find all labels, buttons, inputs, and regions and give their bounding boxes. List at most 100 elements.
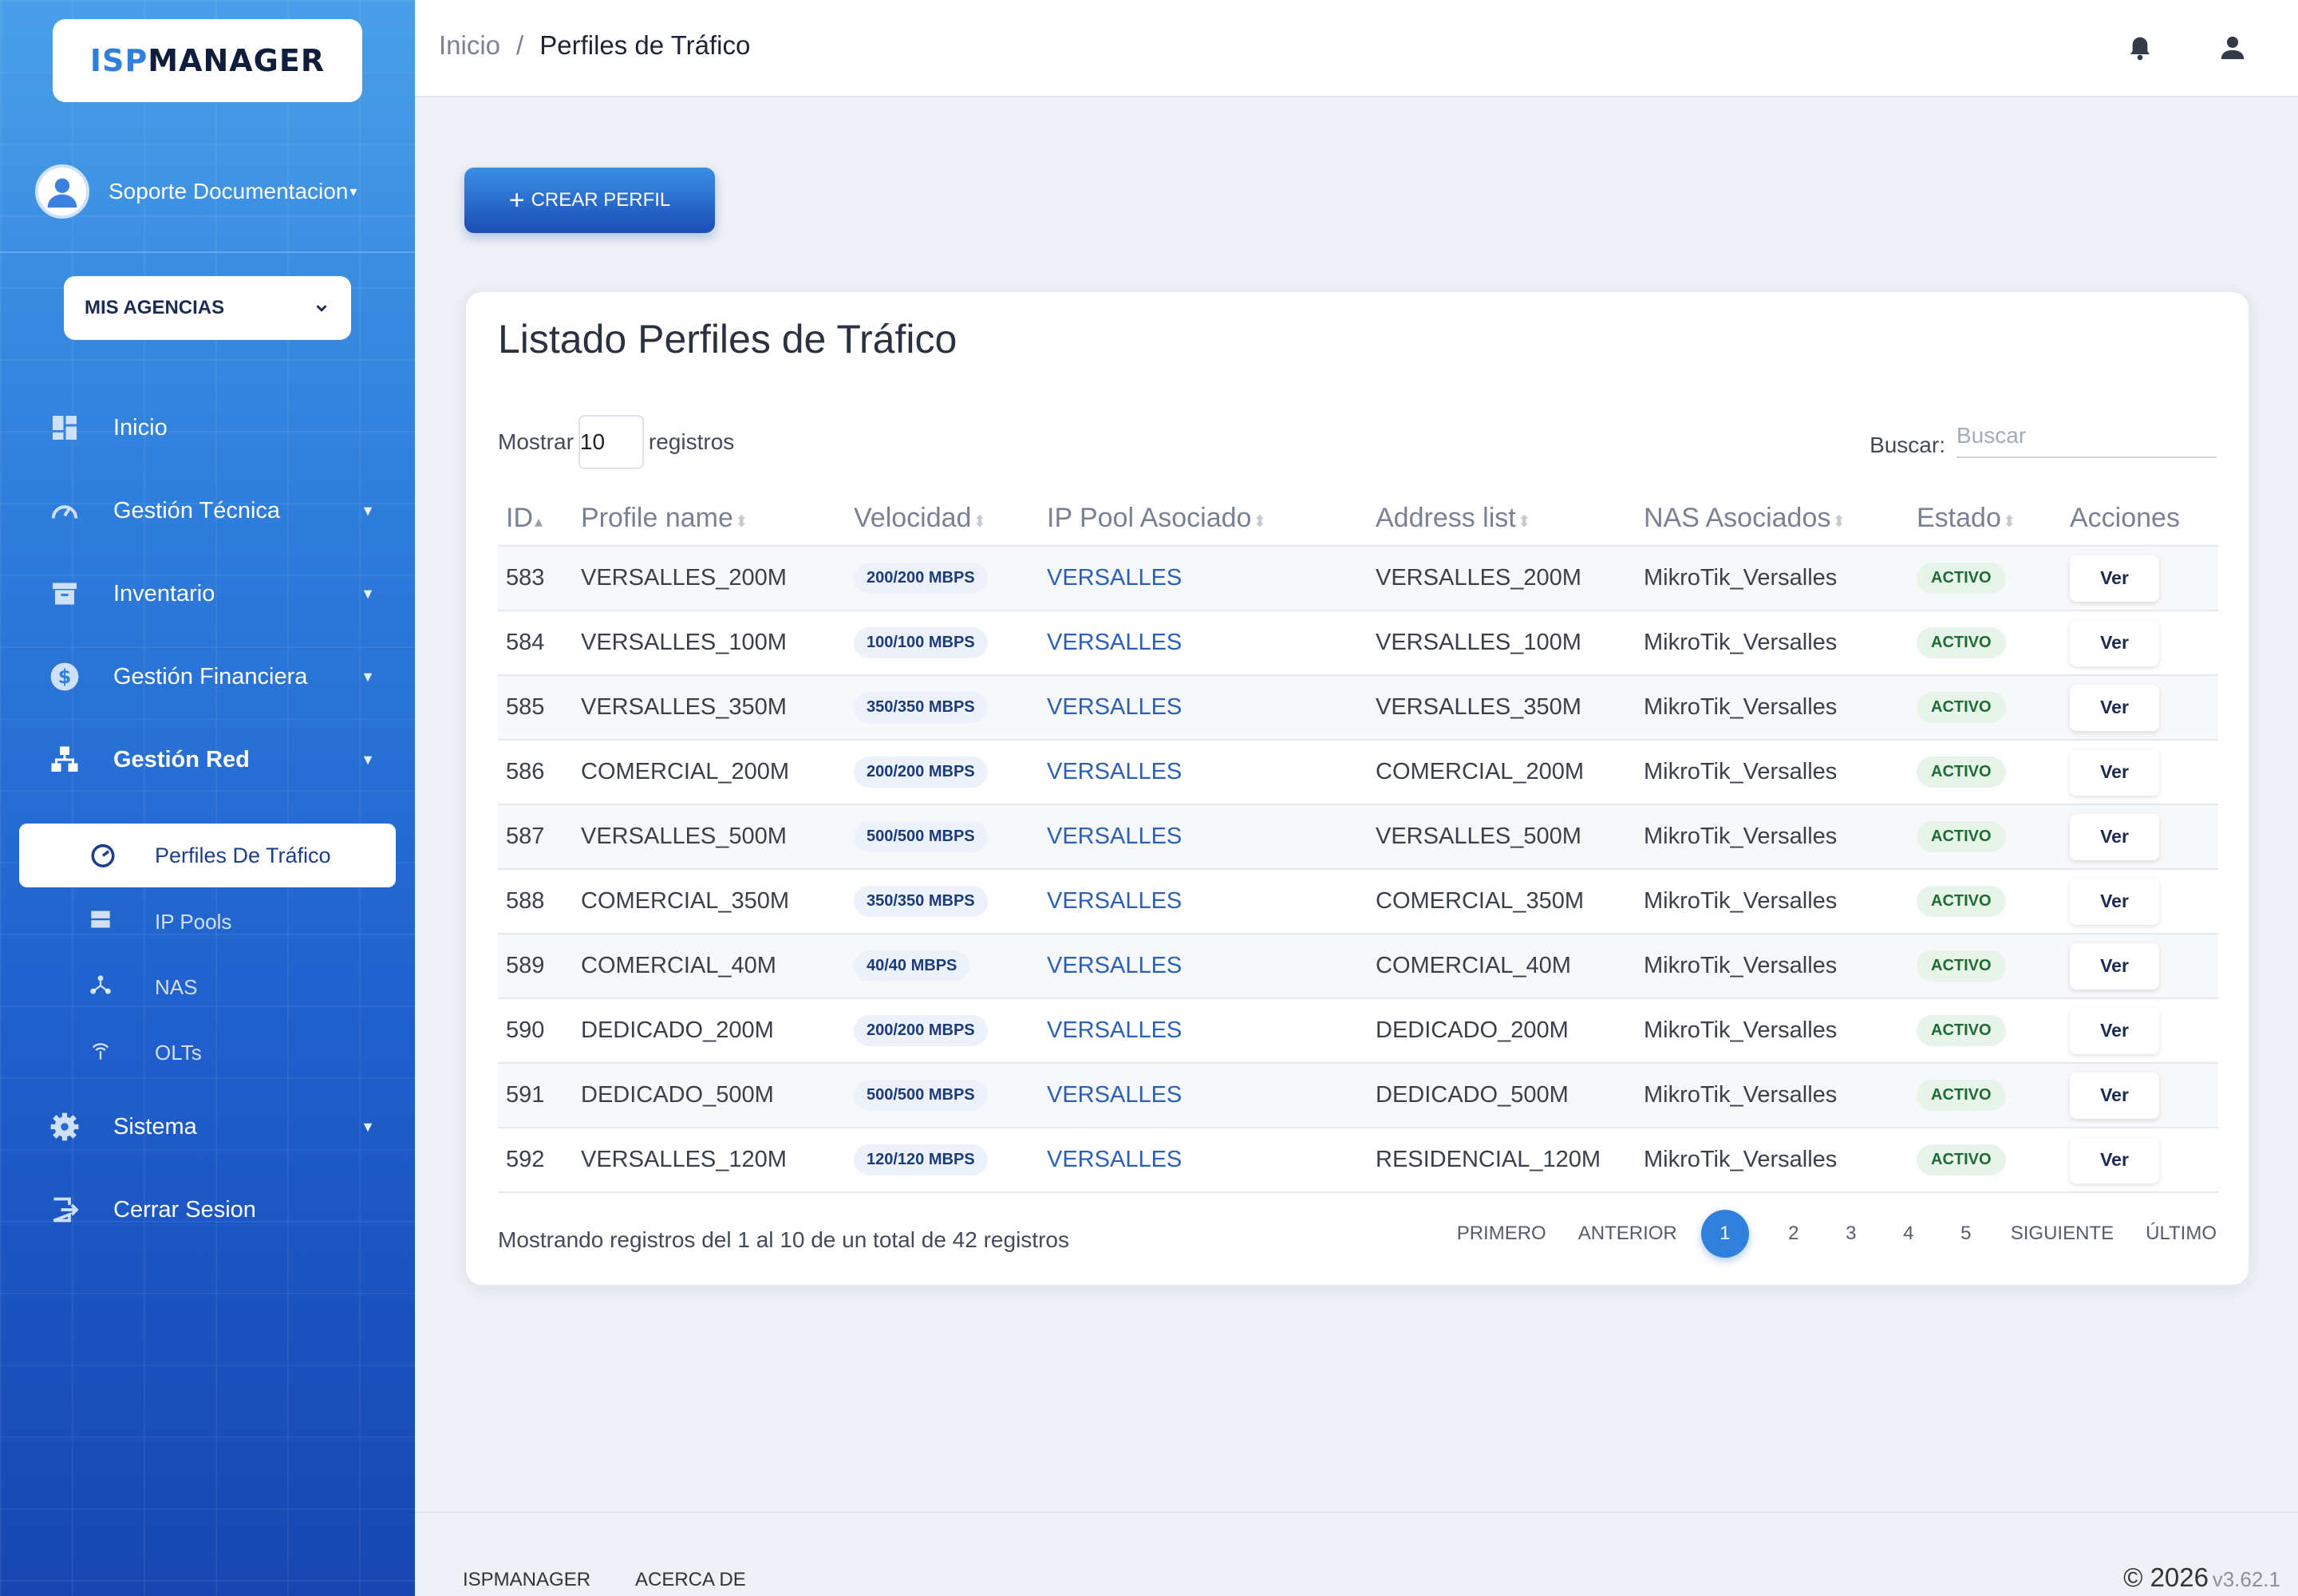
cell-velocidad: 500/500 MBPS bbox=[846, 804, 1039, 870]
logo-text-isp: ISP bbox=[89, 43, 148, 78]
table-row: 586 COMERCIAL_200M 200/200 MBPS VERSALLES CO… bbox=[498, 740, 2218, 805]
view-button[interactable]: Ver bbox=[2070, 1072, 2159, 1119]
view-button[interactable]: Ver bbox=[2070, 749, 2159, 796]
column-header-profile-name[interactable]: Profile name ⬍ bbox=[573, 492, 846, 547]
table-row: 587 VERSALLES_500M 500/500 MBPS VERSALLES VE… bbox=[498, 804, 2218, 870]
sidebar-item-gestion-financiera[interactable]: $ Gestión Financiera ▼ bbox=[48, 653, 375, 701]
pagination-page-5[interactable]: 5 bbox=[1953, 1223, 1979, 1245]
cell-id: 591 bbox=[498, 1063, 573, 1128]
footer-link-ispmanager[interactable]: ISPMANAGER bbox=[463, 1569, 590, 1591]
view-button[interactable]: Ver bbox=[2070, 684, 2159, 731]
pagination-page-4[interactable]: 4 bbox=[1896, 1223, 1921, 1245]
sidebar-subitem-label: Perfiles De Tráfico bbox=[155, 843, 331, 867]
cell-estado: ACTIVO bbox=[1909, 869, 2062, 934]
user-account-icon[interactable] bbox=[2215, 30, 2250, 65]
sidebar-item-label: Gestión Financiera bbox=[113, 663, 308, 689]
cell-nas: MikroTik_Versalles bbox=[1636, 869, 1909, 934]
ip-pool-link[interactable]: VERSALLES bbox=[1047, 1017, 1182, 1043]
cell-ip-pool: VERSALLES bbox=[1039, 740, 1368, 805]
sidebar-subitem-olts[interactable]: OLTs bbox=[89, 1033, 329, 1073]
pagination: PRIMERO ANTERIOR 1 2 3 4 5 SIGUIENTE ÚLT… bbox=[1425, 1210, 2217, 1258]
status-badge: ACTIVO bbox=[1917, 1015, 2006, 1046]
sidebar-item-gestion-red[interactable]: Gestión Red ▼ bbox=[48, 736, 375, 784]
page-length-select[interactable]: 10 bbox=[578, 415, 644, 469]
plus-icon: + bbox=[508, 184, 525, 215]
create-profile-button[interactable]: + CREAR PERFIL bbox=[464, 168, 715, 233]
ip-pool-link[interactable]: VERSALLES bbox=[1047, 1147, 1182, 1172]
table-row: 585 VERSALLES_350M 350/350 MBPS VERSALLES VE… bbox=[498, 675, 2218, 741]
ip-pool-link[interactable]: VERSALLES bbox=[1047, 1082, 1182, 1108]
cell-id: 589 bbox=[498, 934, 573, 999]
ip-pool-link[interactable]: VERSALLES bbox=[1047, 565, 1182, 591]
card-title: Listado Perfiles de Tráfico bbox=[498, 317, 958, 361]
sidebar-subitem-nas[interactable]: NAS bbox=[89, 967, 329, 1007]
sidebar-item-cerrar-sesion[interactable]: Cerrar Sesion bbox=[48, 1186, 375, 1234]
column-header-ip-pool[interactable]: IP Pool Asociado ⬍ bbox=[1039, 492, 1368, 547]
breadcrumb: Inicio / Perfiles de Tráfico bbox=[439, 30, 750, 61]
sidebar-subitem-perfiles-trafico[interactable]: Perfiles De Tráfico bbox=[19, 824, 396, 887]
cell-estado: ACTIVO bbox=[1909, 546, 2062, 611]
ip-pool-link[interactable]: VERSALLES bbox=[1047, 630, 1182, 655]
ip-pool-link[interactable]: VERSALLES bbox=[1047, 694, 1182, 720]
cell-id: 584 bbox=[498, 610, 573, 676]
sidebar-item-gestion-tecnica[interactable]: Gestión Técnica ▼ bbox=[48, 487, 375, 535]
pagination-page-3[interactable]: 3 bbox=[1838, 1223, 1864, 1245]
sidebar-item-inventario[interactable]: Inventario ▼ bbox=[48, 570, 375, 618]
view-button[interactable]: Ver bbox=[2070, 942, 2159, 990]
column-header-address-list[interactable]: Address list ⬍ bbox=[1368, 492, 1636, 547]
cell-id: 592 bbox=[498, 1128, 573, 1193]
cell-profile-name: VERSALLES_200M bbox=[573, 546, 846, 611]
cell-id: 588 bbox=[498, 869, 573, 934]
antenna-icon bbox=[89, 1039, 112, 1067]
cell-address-list: VERSALLES_500M bbox=[1368, 804, 1636, 870]
column-header-nas[interactable]: NAS Asociados ⬍ bbox=[1636, 492, 1909, 547]
app-logo[interactable]: ISPMANAGER bbox=[53, 19, 362, 102]
view-button[interactable]: Ver bbox=[2070, 555, 2159, 602]
table-row: 591 DEDICADO_500M 500/500 MBPS VERSALLES DED… bbox=[498, 1063, 2218, 1128]
status-badge: ACTIVO bbox=[1917, 821, 2006, 852]
pagination-previous[interactable]: ANTERIOR bbox=[1578, 1223, 1677, 1245]
speed-badge: 500/500 MBPS bbox=[854, 1080, 988, 1111]
column-header-id[interactable]: ID ▴ bbox=[498, 492, 573, 547]
view-button[interactable]: Ver bbox=[2070, 619, 2159, 666]
table-header-row: ID ▴ Profile name ⬍ Velocidad ⬍ IP Pool Aso… bbox=[498, 492, 2218, 547]
breadcrumb-home[interactable]: Inicio bbox=[439, 30, 500, 61]
bell-icon[interactable] bbox=[2122, 30, 2158, 65]
cell-nas: MikroTik_Versalles bbox=[1636, 610, 1909, 676]
sidebar-item-sistema[interactable]: Sistema ▼ bbox=[48, 1103, 375, 1151]
sidebar-subitem-ip-pools[interactable]: IP Pools bbox=[89, 902, 329, 942]
ip-pool-link[interactable]: VERSALLES bbox=[1047, 824, 1182, 849]
cell-nas: MikroTik_Versalles bbox=[1636, 804, 1909, 870]
ip-pool-link[interactable]: VERSALLES bbox=[1047, 888, 1182, 914]
column-header-velocidad[interactable]: Velocidad ⬍ bbox=[846, 492, 1039, 547]
ip-pool-link[interactable]: VERSALLES bbox=[1047, 953, 1182, 978]
profiles-card: Listado Perfiles de Tráfico Mostrar 10 r… bbox=[464, 290, 2250, 1286]
pagination-page-1[interactable]: 1 bbox=[1700, 1210, 1749, 1258]
view-button[interactable]: Ver bbox=[2070, 1007, 2159, 1054]
column-header-estado[interactable]: Estado ⬍ bbox=[1909, 492, 2062, 547]
cell-address-list: COMERCIAL_40M bbox=[1368, 934, 1636, 999]
cell-ip-pool: VERSALLES bbox=[1039, 934, 1368, 999]
view-button[interactable]: Ver bbox=[2070, 878, 2159, 925]
user-menu[interactable]: Soporte Documentacion ▾ bbox=[35, 164, 370, 219]
cell-profile-name: COMERCIAL_350M bbox=[573, 869, 846, 934]
sidebar-item-inicio[interactable]: Inicio bbox=[48, 404, 375, 452]
agency-selector[interactable]: MIS AGENCIAS bbox=[64, 276, 351, 340]
cell-id: 590 bbox=[498, 998, 573, 1064]
pagination-first[interactable]: PRIMERO bbox=[1457, 1223, 1546, 1245]
sidebar-subitem-label: OLTs bbox=[155, 1040, 202, 1065]
pagination-last[interactable]: ÚLTIMO bbox=[2146, 1223, 2217, 1245]
search-input[interactable]: Buscar bbox=[1956, 423, 2217, 458]
view-button[interactable]: Ver bbox=[2070, 813, 2159, 860]
ip-pool-link[interactable]: VERSALLES bbox=[1047, 759, 1182, 784]
footer-link-acerca-de[interactable]: ACERCA DE bbox=[635, 1569, 746, 1591]
archive-icon bbox=[48, 577, 81, 610]
user-name: Soporte Documentacion bbox=[109, 179, 349, 203]
cell-nas: MikroTik_Versalles bbox=[1636, 1063, 1909, 1128]
pagination-page-2[interactable]: 2 bbox=[1781, 1223, 1806, 1245]
column-header-acciones: Acciones bbox=[2062, 492, 2218, 547]
view-button[interactable]: Ver bbox=[2070, 1136, 2159, 1183]
pagination-next[interactable]: SIGUIENTE bbox=[2011, 1223, 2114, 1245]
cell-acciones: Ver bbox=[2062, 1128, 2218, 1193]
logo-text-manager: MANAGER bbox=[148, 43, 326, 78]
